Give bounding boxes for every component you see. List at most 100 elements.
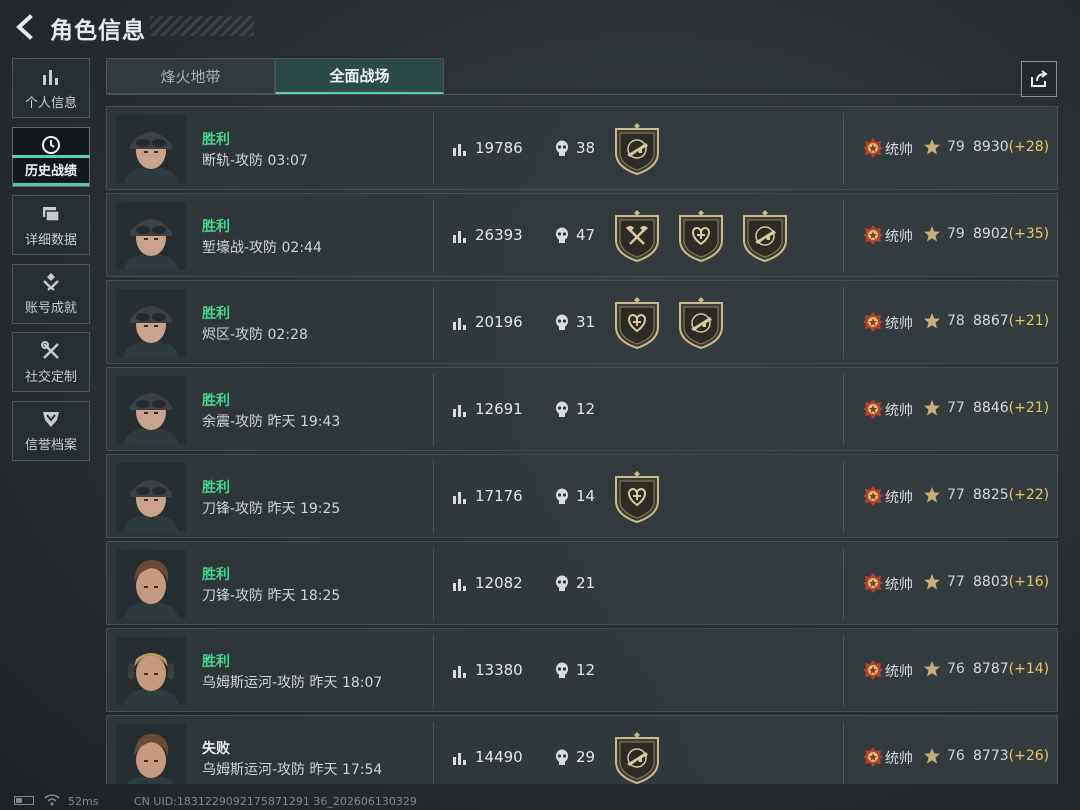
row-divider	[843, 113, 844, 185]
match-score: 13380	[475, 661, 523, 679]
rank-title: 统帅	[885, 751, 913, 767]
row-divider	[843, 548, 844, 620]
medic-badge-icon	[615, 297, 659, 349]
row-divider	[843, 200, 844, 272]
sidebar-item-label: 历史战绩	[24, 164, 77, 180]
sidebar: 个人信息历史战绩详细数据账号成就社交定制信誉档案	[12, 58, 90, 470]
points-value: 8825	[973, 487, 1009, 503]
row-divider	[433, 461, 434, 533]
match-row[interactable]: 胜利 乌姆斯运河-攻防 昨天 18:07 13380 12 统帅 76 8787(+14)	[106, 628, 1058, 712]
match-score: 20196	[475, 313, 523, 331]
points-delta: (+22)	[1008, 487, 1050, 503]
rank-title: 统帅	[885, 664, 913, 680]
rank-title: 统帅	[885, 490, 913, 506]
kill-count: 38	[576, 139, 596, 157]
rifle-badge-icon	[615, 732, 659, 784]
row-divider	[433, 113, 434, 185]
score-bars-icon	[453, 231, 466, 243]
skull-icon	[556, 140, 568, 156]
rank-title: 统帅	[885, 403, 913, 419]
rifle-badge-icon	[743, 210, 787, 262]
rank-points: 8825(+22)	[973, 487, 1049, 503]
sidebar-item-2[interactable]: 详细数据	[12, 195, 90, 256]
points-delta: (+21)	[1008, 400, 1050, 416]
score-bars-icon	[453, 666, 466, 678]
skull-icon	[556, 575, 568, 591]
rank-title: 统帅	[885, 316, 913, 332]
points-value: 8902	[973, 226, 1009, 242]
sidebar-item-4[interactable]: 社交定制	[12, 332, 90, 393]
points-delta: (+21)	[1008, 313, 1050, 329]
match-row[interactable]: 失败 乌姆斯运河-攻防 昨天 17:54 14490 29 统帅 76 8773(+26)	[106, 715, 1058, 784]
wifi-icon	[44, 794, 60, 806]
rank-emblem-icon	[863, 312, 883, 332]
share-button[interactable]	[1021, 61, 1057, 97]
match-row[interactable]: 胜利 余震-攻防 昨天 19:43 12691 12 统帅 77 8846(+21)	[106, 367, 1058, 451]
sidebar-item-3[interactable]: 账号成就	[12, 263, 90, 324]
points-delta: (+26)	[1008, 748, 1050, 764]
rank-emblem-icon	[863, 660, 883, 680]
row-divider	[433, 722, 434, 784]
level-star-icon	[924, 226, 940, 242]
rank-points: 8803(+16)	[973, 574, 1049, 590]
rifle-badge-icon	[615, 123, 659, 175]
score-bars-icon	[453, 492, 466, 504]
match-mode: 刀锋-攻防 昨天 19:25	[202, 501, 341, 517]
match-row[interactable]: 胜利 刀锋-攻防 昨天 19:25 17176 14 统帅 77 8825(+22)	[106, 454, 1058, 538]
medal-badges	[612, 732, 662, 784]
back-arrow-icon[interactable]	[12, 13, 40, 41]
match-result: 胜利	[202, 567, 230, 583]
match-row[interactable]: 胜利 断轨-攻防 03:07 19786 38 统帅 79 8930(+28)	[106, 106, 1058, 190]
points-value: 8846	[973, 400, 1009, 416]
sidebar-item-0[interactable]: 个人信息	[12, 58, 90, 118]
kill-count: 12	[576, 661, 596, 679]
skull-icon	[556, 749, 568, 765]
match-mode: 堑壕战-攻防 02:44	[202, 240, 322, 256]
operator-avatar	[116, 202, 186, 270]
medal-badges	[612, 471, 662, 523]
operator-avatar	[116, 289, 186, 357]
kill-count: 12	[576, 400, 596, 418]
points-delta: (+14)	[1008, 661, 1050, 677]
match-mode: 刀锋-攻防 昨天 18:25	[202, 588, 341, 604]
level-star-icon	[924, 400, 940, 416]
match-mode: 断轨-攻防 03:07	[202, 153, 308, 169]
player-level: 77	[947, 400, 965, 416]
rank-emblem-icon	[863, 138, 883, 158]
medic-badge-icon	[679, 210, 723, 262]
level-star-icon	[924, 574, 940, 590]
match-row[interactable]: 胜利 堑壕战-攻防 02:44 26393 47 统帅 79 8902(+35)	[106, 193, 1058, 277]
points-delta: (+28)	[1008, 139, 1050, 155]
mode-tabs: 烽火地带 全面战场	[106, 58, 444, 94]
sidebar-item-label: 详细数据	[24, 232, 77, 248]
row-divider	[843, 374, 844, 446]
score-bars-icon	[453, 318, 466, 330]
row-divider	[843, 287, 844, 359]
rank-emblem-icon	[863, 399, 883, 419]
sidebar-item-1[interactable]: 历史战绩	[12, 126, 90, 187]
rank-title: 统帅	[885, 142, 913, 158]
tab-hazard-zone[interactable]: 烽火地带	[106, 58, 275, 94]
sidebar-item-label: 信誉档案	[24, 438, 77, 454]
kill-count: 29	[576, 748, 596, 766]
level-star-icon	[924, 313, 940, 329]
row-divider	[843, 461, 844, 533]
match-result: 胜利	[202, 132, 230, 148]
match-row[interactable]: 胜利 烬区-攻防 02:28 20196 31 统帅 78 8867(+21)	[106, 280, 1058, 364]
sidebar-item-label: 社交定制	[24, 369, 77, 385]
player-level: 79	[947, 226, 965, 242]
level-star-icon	[924, 487, 940, 503]
player-level: 79	[947, 139, 965, 155]
status-bar: 52ms CN UID:1831229092175871291 36_20260…	[0, 790, 1080, 810]
operator-avatar	[116, 376, 186, 444]
row-divider	[843, 635, 844, 707]
match-row[interactable]: 胜利 刀锋-攻防 昨天 18:25 12082 21 统帅 77 8803(+16)	[106, 541, 1058, 625]
match-history-list[interactable]: 胜利 断轨-攻防 03:07 19786 38 统帅 79 8930(+28) 胜利 堑壕战-攻…	[106, 106, 1058, 784]
match-mode: 乌姆斯运河-攻防 昨天 17:54	[202, 762, 383, 778]
kill-count: 14	[576, 487, 596, 505]
score-bars-icon	[453, 753, 466, 765]
tab-all-out-warfare[interactable]: 全面战场	[275, 58, 444, 94]
sidebar-item-5[interactable]: 信誉档案	[12, 400, 90, 461]
row-divider	[843, 722, 844, 784]
points-value: 8773	[973, 748, 1009, 764]
